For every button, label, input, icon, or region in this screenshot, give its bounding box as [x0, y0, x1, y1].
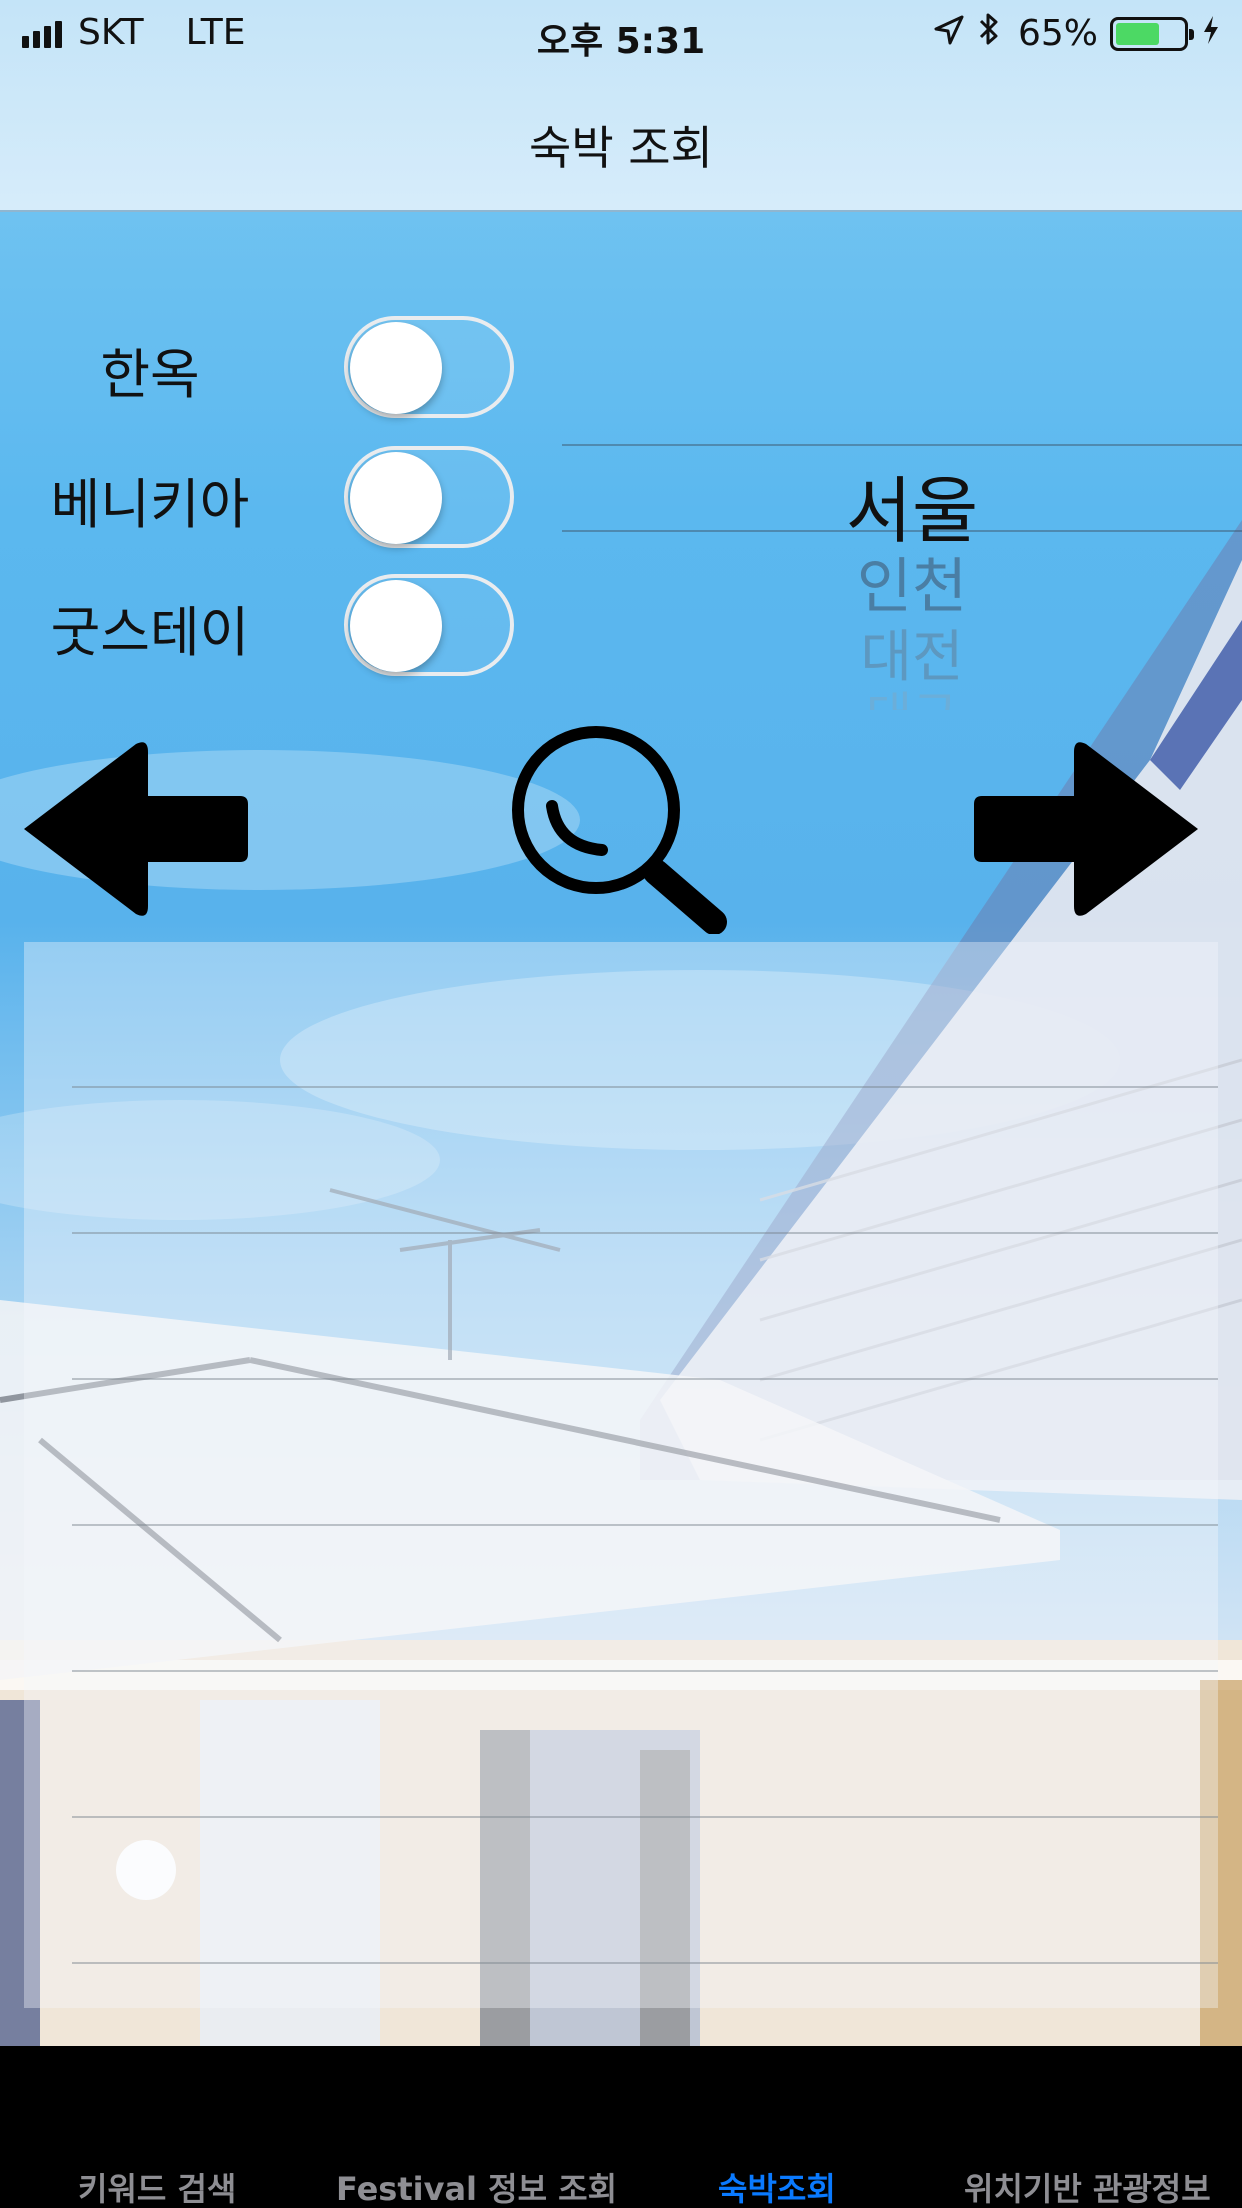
switch-knob — [350, 580, 442, 672]
arrow-right-icon[interactable] — [970, 738, 1204, 920]
benikea-switch[interactable] — [344, 446, 514, 548]
table-row-separator — [72, 1670, 1218, 1672]
tab-lodging-search[interactable]: 숙박조회 — [718, 2164, 836, 2208]
tab-festival-info[interactable]: Festival 정보 조회 — [336, 2164, 617, 2208]
tab-bar: 키워드 검색 Festival 정보 조회 숙박조회 위치기반 관광정보 — [0, 2046, 1242, 2208]
toggle-label: 베니키아 — [50, 473, 250, 536]
table-row-separator — [72, 1524, 1218, 1526]
toggle-label: 한옥 — [100, 343, 200, 406]
switch-knob — [350, 322, 442, 414]
battery-percent: 65% — [1017, 13, 1098, 54]
picker-item[interactable]: 대구 — [562, 676, 1242, 710]
location-arrow-icon — [934, 13, 964, 54]
toggle-row-goodstay: 굿스테이 — [0, 564, 560, 676]
table-row-separator — [72, 1232, 1218, 1234]
tab-keyword-search[interactable]: 키워드 검색 — [78, 2164, 236, 2208]
toggle-row-benikea: 베니키아 — [0, 436, 560, 548]
table-row-separator — [72, 1962, 1218, 1964]
table-row-separator — [72, 1086, 1218, 1088]
navigation-bar: SKT LTE 오후 5:31 65% 숙박 조회 — [0, 0, 1242, 212]
region-picker[interactable]: 서울 인천 대전 대구 — [562, 440, 1242, 710]
battery-icon — [1110, 16, 1194, 51]
page-title: 숙박 조회 — [529, 121, 713, 175]
results-table[interactable] — [24, 942, 1218, 2008]
status-bar: SKT LTE 오후 5:31 65% — [0, 0, 1242, 70]
switch-knob — [350, 452, 442, 544]
magnifier-icon[interactable] — [506, 722, 732, 935]
goodstay-switch[interactable] — [344, 574, 514, 676]
bolt-icon — [1202, 13, 1220, 54]
tab-location-tourism[interactable]: 위치기반 관광정보 — [964, 2164, 1211, 2208]
table-row-separator — [72, 1816, 1218, 1818]
hanok-switch[interactable] — [344, 316, 514, 418]
toggle-row-hanok: 한옥 — [0, 306, 560, 418]
arrow-left-icon[interactable] — [18, 738, 252, 920]
picker-divider — [562, 444, 1242, 446]
table-row-separator — [72, 1378, 1218, 1380]
toggle-label: 굿스테이 — [50, 601, 250, 664]
bluetooth-icon — [978, 12, 1000, 55]
